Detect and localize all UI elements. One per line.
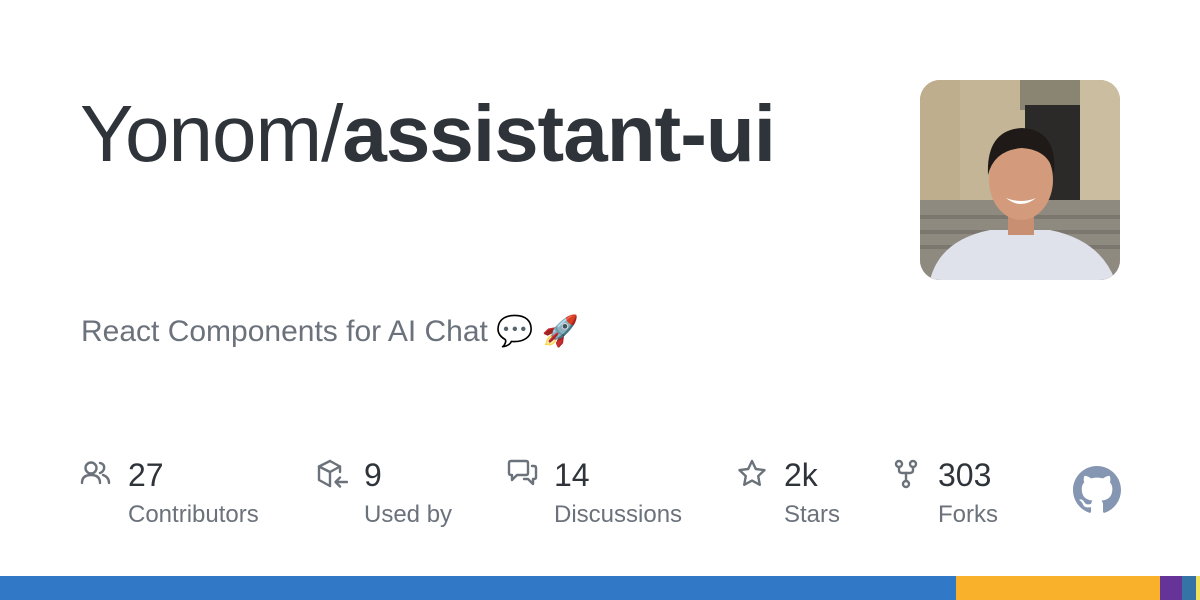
language-bar-segment bbox=[1182, 576, 1197, 600]
stat-label: Used by bbox=[364, 501, 453, 528]
owner-avatar bbox=[920, 80, 1120, 280]
stat-value: 303 bbox=[938, 457, 992, 493]
github-logo-icon[interactable] bbox=[1073, 466, 1121, 514]
stat-label: Contributors bbox=[128, 501, 259, 528]
language-bar-segment bbox=[956, 576, 1161, 600]
repo-stats: 27 Contributors 9 Used by 14 Discussions bbox=[0, 455, 1200, 545]
discussions-icon bbox=[506, 458, 538, 490]
language-bar-segment bbox=[0, 576, 957, 600]
stat-label: Discussions bbox=[554, 501, 683, 528]
stat-label: Stars bbox=[784, 501, 841, 528]
package-dependents-icon bbox=[316, 458, 348, 490]
stat-value: 2k bbox=[784, 457, 818, 493]
people-icon bbox=[80, 458, 112, 490]
language-bar-segment bbox=[1160, 576, 1182, 600]
stat-value: 14 bbox=[554, 457, 590, 493]
repo-name[interactable]: assistant-ui bbox=[342, 89, 776, 178]
stat-value: 9 bbox=[364, 457, 382, 493]
stat-label: Forks bbox=[938, 501, 998, 528]
star-icon bbox=[736, 458, 768, 490]
repo-description: React Components for AI Chat 💬 🚀 bbox=[81, 315, 580, 348]
avatar-photo bbox=[920, 80, 1120, 280]
language-bar-segment bbox=[1196, 576, 1200, 600]
repo-title: Yonom/assistant-ui bbox=[80, 86, 800, 182]
repo-forked-icon bbox=[890, 458, 922, 490]
stat-value: 27 bbox=[128, 457, 164, 493]
repo-owner[interactable]: Yonom/ bbox=[80, 89, 343, 178]
language-bar bbox=[0, 576, 1200, 600]
